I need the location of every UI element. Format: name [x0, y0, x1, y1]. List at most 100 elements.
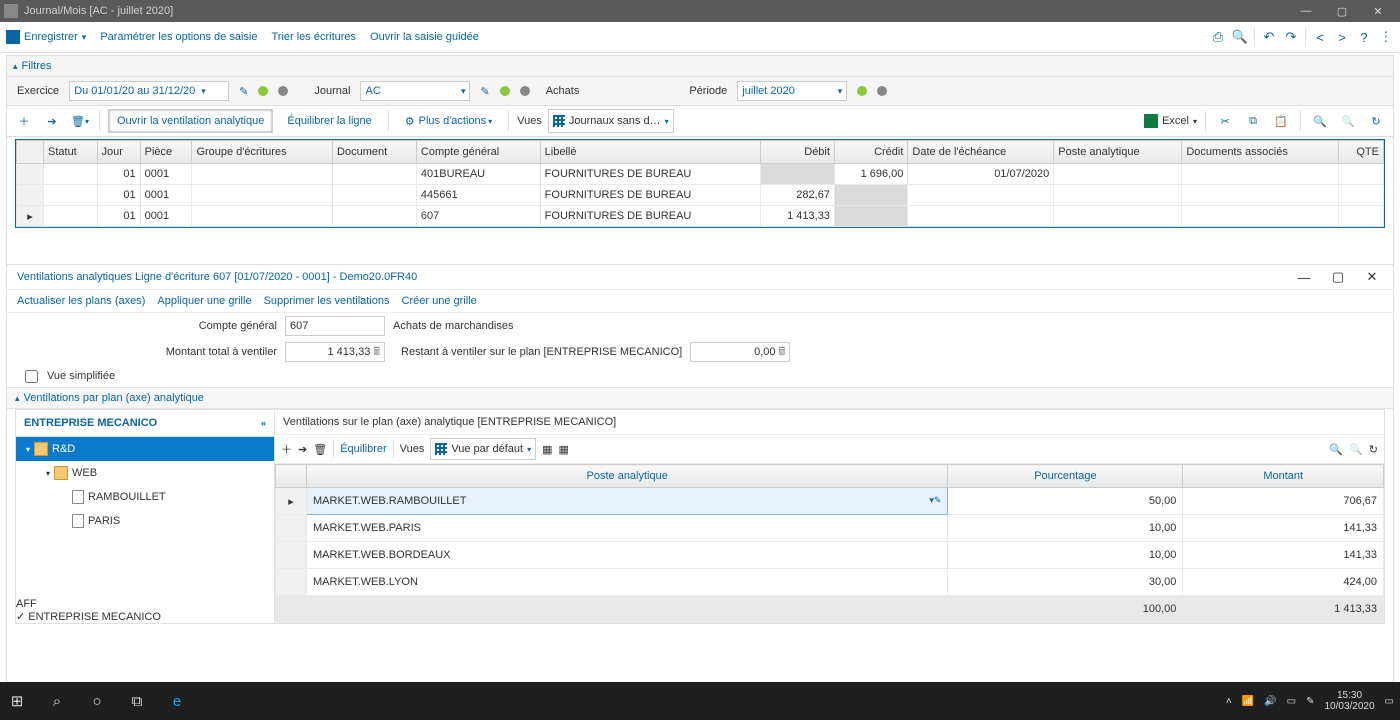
table-row[interactable]: MARKET.WEB.LYON30,00424,00: [276, 569, 1384, 596]
layout-icon-1[interactable]: ▦: [542, 443, 552, 456]
minimize-button[interactable]: —: [1288, 0, 1324, 22]
layout-icon-1[interactable]: [680, 110, 702, 132]
forward-icon[interactable]: ➔: [298, 443, 307, 456]
vue-simplifiee-checkbox[interactable]: [25, 370, 38, 383]
table-row[interactable]: 010001445661FOURNITURES DE BUREAU282,67: [17, 185, 1384, 206]
entries-grid[interactable]: StatutJourPièceGroupe d'écrituresDocumen…: [15, 139, 1385, 228]
tree-node-paris[interactable]: PARIS: [16, 509, 274, 533]
tray-chevron-icon[interactable]: ˄: [1226, 696, 1232, 707]
search-icon[interactable]: 🔍: [1329, 443, 1343, 456]
panel-maximize-button[interactable]: ▢: [1327, 268, 1349, 286]
param-button[interactable]: Paramétrer les options de saisie: [100, 31, 257, 43]
prev-icon[interactable]: <: [1312, 29, 1328, 45]
print-icon[interactable]: ⎙: [1210, 29, 1226, 45]
taskbar[interactable]: ⊞ ⌕ ○ ⧉ e ˄ 📶 🔊 ▭ ✎ 15:30 10/03/2020 ▭: [0, 682, 1400, 720]
network-icon[interactable]: 📶: [1242, 696, 1254, 707]
table-row[interactable]: ▸010001607FOURNITURES DE BUREAU1 413,33: [17, 206, 1384, 227]
ventilation-section-header[interactable]: ▴ Ventilations par plan (axe) analytique: [7, 387, 1393, 409]
start-icon[interactable]: ⊞: [6, 690, 28, 712]
volume-icon[interactable]: 🔊: [1264, 696, 1276, 707]
refresh-icon[interactable]: ↻: [1369, 443, 1378, 456]
journal-select[interactable]: AC▾: [360, 81, 470, 101]
balance-button[interactable]: Équilibrer: [340, 443, 386, 455]
edit-icon[interactable]: ✎: [480, 85, 489, 98]
battery-icon[interactable]: ▭: [1287, 696, 1296, 707]
montant-total-input[interactable]: 1 413,33 🖩: [285, 342, 385, 362]
cortana-icon[interactable]: ○: [86, 690, 108, 712]
task-view-icon[interactable]: ⧉: [126, 690, 148, 712]
search-icon[interactable]: 🔍: [1309, 110, 1331, 132]
guided-entry-button[interactable]: Ouvrir la saisie guidée: [370, 31, 479, 43]
table-row[interactable]: MARKET.WEB.PARIS10,00141,33: [276, 515, 1384, 542]
tree-node-web[interactable]: ▾ WEB: [16, 461, 274, 485]
periode-select[interactable]: juillet 2020▾: [737, 81, 847, 101]
col-header[interactable]: Montant: [1183, 465, 1384, 488]
paste-icon[interactable]: 📋: [1270, 110, 1292, 132]
edge-icon[interactable]: e: [166, 690, 188, 712]
col-header[interactable]: Poste analytique: [307, 465, 948, 488]
maximize-button[interactable]: ▢: [1324, 0, 1360, 22]
views-select[interactable]: Journaux sans d… ▾: [548, 109, 674, 133]
notifications-icon[interactable]: ▭: [1385, 696, 1394, 707]
delete-icon[interactable]: 🗑▾: [69, 110, 91, 132]
collapse-icon[interactable]: «: [261, 418, 266, 428]
tree-category-aff[interactable]: AFF: [16, 598, 274, 610]
add-icon[interactable]: ＋: [281, 441, 292, 457]
balance-line-button[interactable]: Équilibrer la ligne: [279, 110, 379, 132]
col-header[interactable]: QTE: [1339, 141, 1384, 164]
table-row[interactable]: ▸MARKET.WEB.RAMBOUILLET ▾✎50,00706,67: [276, 488, 1384, 515]
views-select[interactable]: Vue par défaut ▾: [430, 438, 536, 460]
filters-collapse[interactable]: ▴ Filtres: [7, 56, 1393, 77]
panel-minimize-button[interactable]: —: [1293, 268, 1315, 286]
panel-close-button[interactable]: ✕: [1361, 268, 1383, 286]
zoom-out-icon[interactable]: 🔍: [1337, 110, 1359, 132]
zoom-out-icon[interactable]: 🔍: [1349, 443, 1363, 456]
close-button[interactable]: ✕: [1360, 0, 1396, 22]
delete-icon[interactable]: 🗑: [313, 443, 327, 456]
preview-icon[interactable]: 🔍: [1232, 29, 1248, 45]
add-icon[interactable]: ＋: [13, 110, 35, 132]
more-actions-button[interactable]: ⚙Plus d'actions▾: [397, 110, 500, 132]
forward-icon[interactable]: ➔: [41, 110, 63, 132]
excel-button[interactable]: Excel▾: [1144, 114, 1197, 128]
compte-general-input[interactable]: 607: [285, 316, 385, 336]
ventilation-link[interactable]: Supprimer les ventilations: [264, 295, 390, 307]
col-header[interactable]: Pièce: [140, 141, 192, 164]
ventilation-link[interactable]: Appliquer une grille: [157, 295, 251, 307]
col-header[interactable]: Crédit: [834, 141, 907, 164]
table-row[interactable]: MARKET.WEB.BORDEAUX10,00141,33: [276, 542, 1384, 569]
table-row[interactable]: 010001401BUREAUFOURNITURES DE BUREAU1 69…: [17, 164, 1384, 185]
col-header[interactable]: Documents associés: [1182, 141, 1339, 164]
search-icon[interactable]: ⌕: [46, 690, 68, 712]
col-header[interactable]: Date de l'échéance: [908, 141, 1054, 164]
cut-icon[interactable]: ✂: [1214, 110, 1236, 132]
open-ventilation-button[interactable]: Ouvrir la ventilation analytique: [108, 109, 273, 133]
next-icon[interactable]: >: [1334, 29, 1350, 45]
ventilation-link[interactable]: Actualiser les plans (axes): [17, 295, 145, 307]
layout-icon-2[interactable]: ▦: [559, 443, 569, 456]
more-icon[interactable]: ⋮: [1378, 29, 1394, 45]
col-header[interactable]: Poste analytique: [1054, 141, 1182, 164]
col-header[interactable]: Compte général: [416, 141, 540, 164]
copy-icon[interactable]: ⧉: [1242, 110, 1264, 132]
help-icon[interactable]: ?: [1356, 29, 1372, 45]
col-header[interactable]: Jour: [97, 141, 140, 164]
exercice-select[interactable]: Du 01/01/20 au 31/12/20▾: [69, 81, 229, 101]
col-header[interactable]: Groupe d'écritures: [192, 141, 333, 164]
col-header[interactable]: Statut: [44, 141, 98, 164]
tree-category-entreprise[interactable]: ✓ ENTREPRISE MECANICO: [16, 610, 274, 623]
ventilation-grid[interactable]: Poste analytiquePourcentageMontant ▸MARK…: [275, 464, 1384, 623]
save-button[interactable]: Enregistrer ▾: [6, 30, 86, 44]
undo-icon[interactable]: ↶: [1261, 29, 1277, 45]
ventilation-link[interactable]: Créer une grille: [402, 295, 477, 307]
col-header[interactable]: Document: [333, 141, 417, 164]
col-header[interactable]: Libellé: [540, 141, 761, 164]
tree-node-rambouillet[interactable]: RAMBOUILLET: [16, 485, 274, 509]
edit-icon[interactable]: ✎: [239, 85, 248, 98]
clock[interactable]: 15:30 10/03/2020: [1324, 690, 1374, 712]
sort-button[interactable]: Trier les écritures: [271, 31, 356, 43]
refresh-icon[interactable]: ↻: [1365, 110, 1387, 132]
col-header[interactable]: Pourcentage: [948, 465, 1183, 488]
col-header[interactable]: Débit: [761, 141, 834, 164]
tree-node-rd[interactable]: ▾ R&D: [16, 437, 274, 461]
